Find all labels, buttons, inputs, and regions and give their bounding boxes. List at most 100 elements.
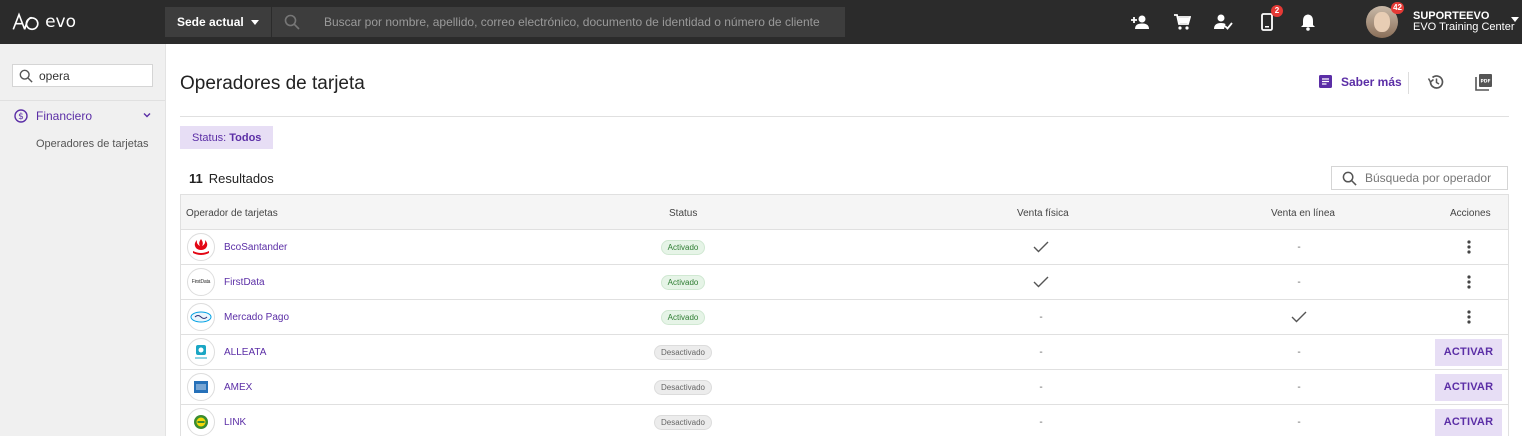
venta-linea-cell: - [1297,241,1301,253]
cart-button[interactable] [1171,11,1193,33]
status-badge: Desactivado [653,414,713,430]
more-vertical-icon[interactable] [1459,237,1479,257]
more-vertical-icon[interactable] [1459,307,1479,327]
firstdata-logo-icon: FirstData [187,268,215,296]
logo-text: evo [45,12,76,32]
header-venta-fisica[interactable]: Venta física [1017,208,1069,219]
sidebar-item-financiero[interactable]: $ Financiero [14,107,156,125]
header-status[interactable]: Status [669,208,697,219]
status-badge: Activado [660,309,706,325]
results-count: 11 Resultados [189,171,274,186]
operator-search[interactable] [1331,166,1508,190]
operator-name-link[interactable]: Mercado Pago [224,312,289,323]
saber-mas-label: Saber más [1341,74,1402,89]
user-caret-down-icon[interactable] [1511,17,1519,22]
person-check-button[interactable] [1212,11,1234,33]
results-number: 11 [189,171,203,186]
actions-cell: ACTIVAR [1435,335,1502,369]
page-title: Operadores de tarjeta [180,73,365,94]
table-row[interactable]: Mercado Pago Activado - [181,300,1508,335]
table-row[interactable]: FirstData FirstData Activado - [181,265,1508,300]
sidebar-item-operadores[interactable]: Operadores de tarjetas [36,138,149,150]
avatar[interactable]: 42 [1366,2,1404,38]
notifications-button[interactable] [1297,11,1319,33]
status-badge: Activado [660,239,706,255]
dollar-circle-icon: $ [14,109,28,123]
history-icon [1427,75,1444,89]
evo-logo-icon [12,12,39,31]
venta-fisica-cell: - [1039,346,1043,358]
operator-name-link[interactable]: BcoSantander [224,242,287,253]
table-header: Operador de tarjetas Status Venta física… [181,195,1508,230]
header-venta-linea[interactable]: Venta en línea [1271,208,1335,219]
document-icon [1319,75,1332,88]
operator-cell: Mercado Pago [187,300,289,334]
saber-mas-button[interactable]: Saber más [1318,74,1402,89]
search-icon [1342,171,1357,186]
user-org: EVO Training Center [1413,21,1515,33]
check-icon [1033,241,1049,253]
status-cell: Desactivado [631,405,735,436]
evo-logo[interactable]: evo [10,8,76,36]
avatar-badge: 42 [1391,2,1404,14]
operator-name-link[interactable]: LINK [224,417,246,428]
sidebar-search[interactable] [12,64,153,87]
history-button[interactable] [1427,73,1445,96]
activar-button[interactable]: ACTIVAR [1435,408,1502,436]
global-search[interactable] [272,7,845,37]
operator-cell: AMEX [187,370,252,404]
user-menu[interactable]: SUPORTEEVO EVO Training Center [1413,11,1515,33]
operator-name-link[interactable]: ALLEATA [224,347,266,358]
header-acciones: Acciones [1450,208,1491,219]
sede-selector[interactable]: Sede actual [165,7,271,37]
table-row[interactable]: ALLEATA Desactivado - - ACTIVAR [181,335,1508,370]
bell-icon [1301,14,1315,31]
operators-table: Operador de tarjetas Status Venta física… [180,194,1509,436]
venta-fisica-cell [1001,265,1081,299]
venta-linea-cell: - [1297,381,1301,393]
operator-search-input[interactable] [1365,171,1505,185]
table-row[interactable]: LINK Desactivado - - ACTIVAR [181,405,1508,436]
venta-fisica-cell [1001,230,1081,264]
venta-linea-cell: - [1297,346,1301,358]
actions-cell: ACTIVAR [1435,405,1502,436]
status-cell: Desactivado [631,335,735,369]
device-button[interactable]: 2 [1256,5,1283,33]
more-vertical-icon[interactable] [1459,272,1479,292]
status-cell: Activado [631,265,735,299]
status-filter-label: Status: [192,131,227,144]
results-label: Resultados [208,171,274,186]
activar-button[interactable]: ACTIVAR [1435,338,1502,366]
add-person-button[interactable] [1129,11,1151,33]
amex-logo-icon [187,373,215,401]
operator-cell: LINK [187,405,246,436]
sidebar-divider [0,100,165,101]
avatar-face [1374,12,1390,32]
check-icon [1291,311,1307,323]
check-icon [1033,276,1049,288]
operator-cell: FirstData FirstData [187,265,265,299]
venta-fisica-cell: - [1039,311,1043,323]
operator-cell: ALLEATA [187,335,266,369]
global-search-input[interactable] [324,15,824,29]
actions-cell [1435,300,1502,334]
status-badge: Desactivado [653,379,713,395]
table-row[interactable]: AMEX Desactivado - - ACTIVAR [181,370,1508,405]
pdf-button[interactable]: PDF [1475,73,1493,96]
activar-button[interactable]: ACTIVAR [1435,373,1502,401]
sidebar-search-input[interactable] [39,68,139,83]
svg-text:PDF: PDF [1480,79,1490,85]
status-filter-chip[interactable]: Status: Todos [180,126,274,149]
operator-name-link[interactable]: AMEX [224,382,252,393]
alleata-logo-icon [187,338,215,366]
operator-name-link[interactable]: FirstData [224,277,265,288]
person-check-icon [1214,14,1233,30]
device-icon [1261,13,1273,31]
actions-cell [1435,230,1502,264]
table-row[interactable]: BcoSantander Activado - [181,230,1508,265]
caret-down-icon [251,20,259,25]
pdf-icon: PDF [1475,74,1492,91]
sede-label: Sede actual [177,15,244,29]
status-cell: Desactivado [631,370,735,404]
header-operator[interactable]: Operador de tarjetas [186,208,278,219]
